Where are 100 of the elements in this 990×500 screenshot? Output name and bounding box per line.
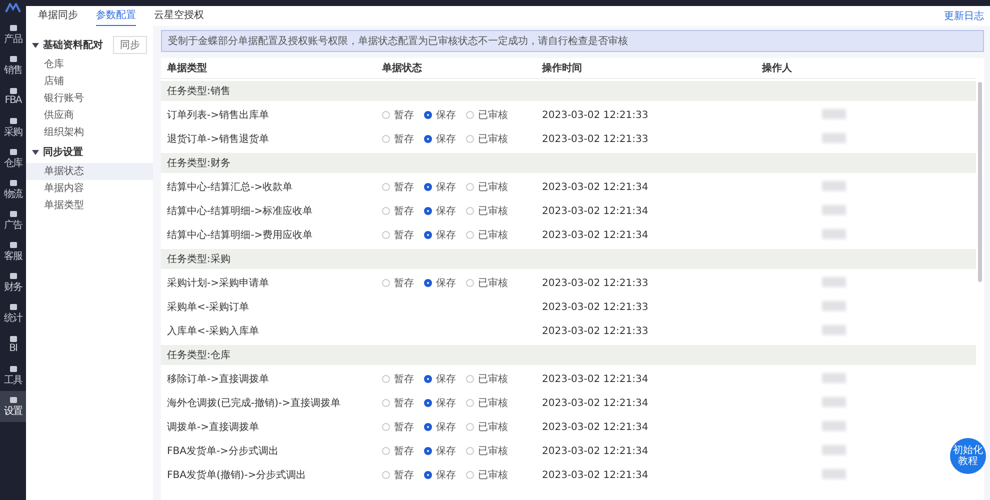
radio-label: 保存 <box>436 205 456 218</box>
radio-option[interactable]: 暂存 <box>382 420 414 434</box>
nav-item[interactable]: 统计 <box>0 298 26 329</box>
radio-option[interactable]: 保存 <box>424 132 456 146</box>
table-cell-text: 2023-03-02 12:21:34 <box>541 446 650 456</box>
radio-option[interactable]: 暂存 <box>382 396 414 410</box>
radio-option[interactable]: 已审核 <box>466 396 508 410</box>
nav-item[interactable]: 广告 <box>0 205 26 236</box>
radio-option[interactable]: 保存 <box>424 420 456 434</box>
nav-item[interactable]: BI <box>0 329 26 360</box>
sidebar-item[interactable]: 供应商 <box>26 107 153 124</box>
radio-option[interactable]: 暂存 <box>382 372 414 386</box>
radio-label: 暂存 <box>394 276 414 290</box>
table-cell-text: 采购计划->采购申请单 <box>166 276 270 290</box>
radio-icon[interactable] <box>424 135 432 143</box>
table-cell-text: 2023-03-02 12:21:34 <box>541 230 650 240</box>
radio-option[interactable]: 已审核 <box>466 108 508 122</box>
group-label: 任务类型:销售 <box>166 84 230 98</box>
radio-option[interactable]: 保存 <box>424 180 456 194</box>
radio-label: 暂存 <box>394 420 414 434</box>
table-cell-text: 退货订单->销售退货单 <box>166 132 270 146</box>
square-icon <box>8 396 18 404</box>
group-label: 任务类型:采购 <box>166 252 230 266</box>
nav-item[interactable]: 采购 <box>0 112 26 143</box>
radio-option[interactable]: 已审核 <box>466 132 508 146</box>
radio-option[interactable]: 暂存 <box>382 108 414 122</box>
radio-icon[interactable] <box>424 279 432 287</box>
radio-option[interactable]: 已审核 <box>466 420 508 434</box>
radio-option[interactable]: 已审核 <box>466 372 508 386</box>
sidebar-item[interactable]: 单据状态 <box>26 163 153 180</box>
nav-item[interactable]: FBA <box>0 81 26 112</box>
radio-option[interactable]: 保存 <box>424 396 456 410</box>
radio-icon[interactable] <box>424 111 432 119</box>
tab[interactable]: 云星空授权 <box>154 5 204 27</box>
radio-option[interactable]: 保存 <box>424 228 456 242</box>
radio-label: 已审核 <box>478 132 508 146</box>
radio-option[interactable]: 暂存 <box>382 204 414 218</box>
radio-option[interactable]: 保存 <box>424 372 456 386</box>
table-cell-text: 海外仓调拨(已完成-撤销)->直接调拨单 <box>166 396 342 410</box>
nav-item[interactable]: 物流 <box>0 174 26 205</box>
sidebar-item[interactable]: 银行账号 <box>26 90 153 107</box>
radio-option[interactable]: 已审核 <box>466 228 508 242</box>
sidebar-group-title[interactable]: 同步设置 <box>43 145 83 159</box>
group-label: 任务类型:仓库 <box>166 348 230 362</box>
radio-option[interactable]: 已审核 <box>466 444 508 458</box>
caret-icon[interactable] <box>32 148 39 156</box>
radio-option[interactable]: 暂存 <box>382 228 414 242</box>
radio-icon[interactable] <box>424 207 432 215</box>
nav-item[interactable]: 财务 <box>0 267 26 298</box>
radio-option[interactable]: 暂存 <box>382 444 414 458</box>
radio-option[interactable]: 暂存 <box>382 468 414 482</box>
table-cell-text: 2023-03-02 12:21:34 <box>541 374 650 384</box>
sidebar-group-title[interactable]: 基础资料配对 <box>43 38 103 52</box>
radio-option[interactable]: 暂存 <box>382 180 414 194</box>
scrollbar-thumb[interactable] <box>978 82 982 282</box>
changelog-link[interactable]: 更新日志 <box>944 9 984 23</box>
radio-icon[interactable] <box>424 423 432 431</box>
radio-icon[interactable] <box>424 399 432 407</box>
sidebar-item[interactable]: 仓库 <box>26 56 153 73</box>
nav-item[interactable]: 客服 <box>0 236 26 267</box>
sync-button[interactable]: 同步 <box>113 36 147 54</box>
radio-icon[interactable] <box>424 231 432 239</box>
nav-item[interactable]: 销售 <box>0 50 26 81</box>
radio-option[interactable]: 保存 <box>424 108 456 122</box>
radio-option[interactable]: 保存 <box>424 444 456 458</box>
radio-option[interactable]: 已审核 <box>466 468 508 482</box>
blurred-name <box>822 132 846 142</box>
table-cell-text: 订单列表->销售出库单 <box>166 108 270 122</box>
nav-item[interactable]: 设置 <box>0 391 26 422</box>
blurred-name <box>822 444 846 454</box>
nav-item[interactable]: 仓库 <box>0 143 26 174</box>
blurred-name <box>822 228 846 238</box>
nav-item[interactable]: 工具 <box>0 360 26 391</box>
radio-option[interactable]: 暂存 <box>382 132 414 146</box>
sidebar-item[interactable]: 单据类型 <box>26 197 153 214</box>
radio-icon[interactable] <box>424 447 432 455</box>
radio-icon[interactable] <box>424 183 432 191</box>
radio-option[interactable]: 保存 <box>424 468 456 482</box>
radio-option[interactable]: 已审核 <box>466 204 508 218</box>
group-label: 任务类型:财务 <box>166 156 230 170</box>
caret-icon[interactable] <box>32 42 39 48</box>
blurred-name <box>822 468 846 478</box>
radio-option[interactable]: 保存 <box>424 204 456 218</box>
nav-item[interactable]: 产品 <box>0 19 26 50</box>
tab[interactable]: 单据同步 <box>38 5 78 27</box>
column-header: 操作人 <box>760 62 793 75</box>
sidebar-item[interactable]: 单据内容 <box>26 180 153 197</box>
table-cell-text: 2023-03-02 12:21:34 <box>541 182 650 192</box>
sidebar-item[interactable]: 组织架构 <box>26 124 153 141</box>
radio-option[interactable]: 暂存 <box>382 276 414 290</box>
radio-option[interactable]: 保存 <box>424 276 456 290</box>
square-icon <box>8 335 18 343</box>
radio-option[interactable]: 已审核 <box>466 180 508 194</box>
radio-label: 暂存 <box>394 444 414 458</box>
radio-option[interactable]: 已审核 <box>466 276 508 290</box>
square-icon <box>8 24 18 32</box>
radio-icon[interactable] <box>424 471 432 479</box>
square-icon <box>8 364 18 372</box>
radio-icon[interactable] <box>424 375 432 383</box>
sidebar-item[interactable]: 店铺 <box>26 73 153 90</box>
